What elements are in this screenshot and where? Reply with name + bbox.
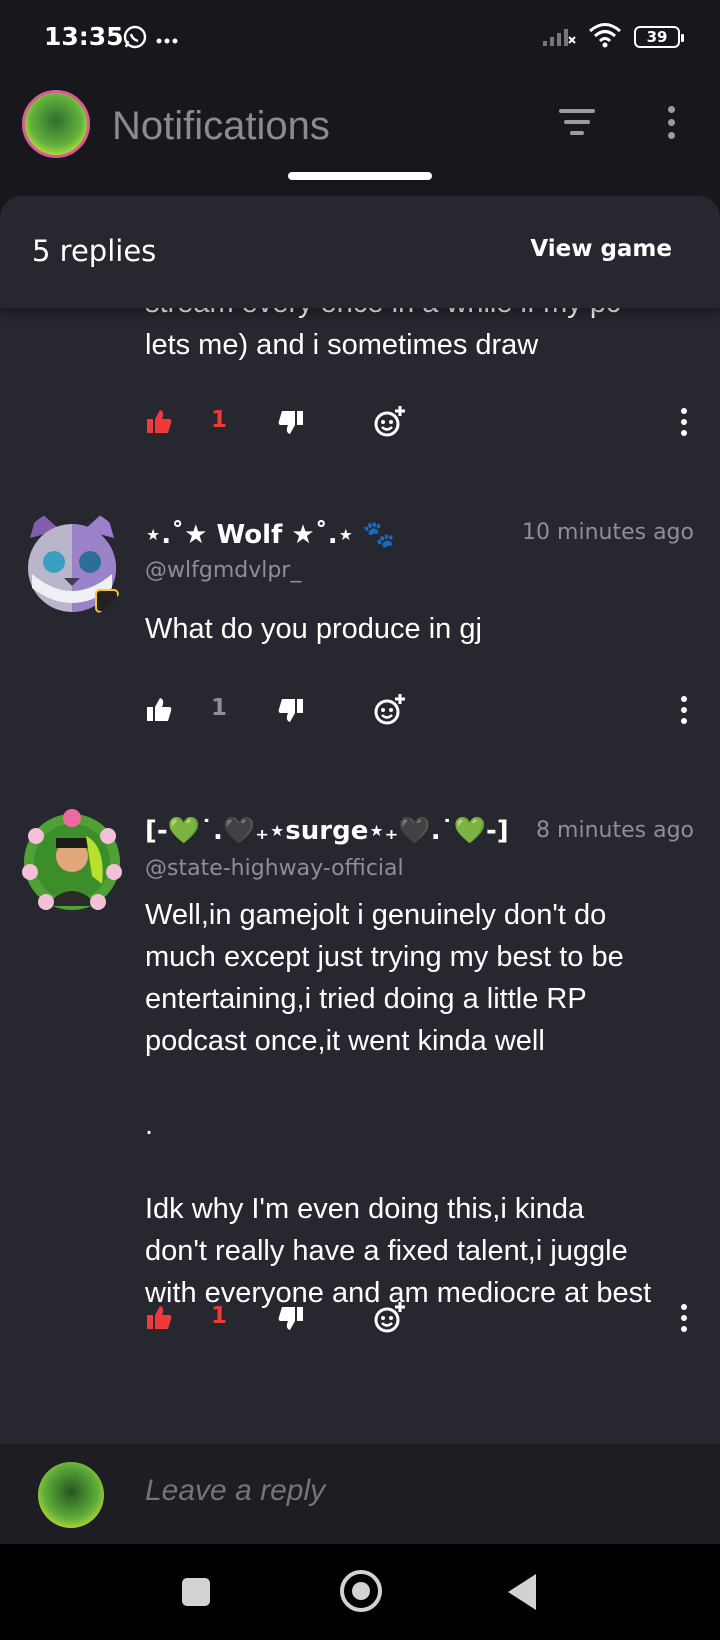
avatar [38, 1462, 104, 1528]
thumbs-down-icon [277, 408, 305, 436]
dot [681, 430, 687, 436]
filter-icon-line [570, 131, 584, 135]
dot [681, 408, 687, 414]
user-avatar[interactable] [22, 90, 90, 158]
app-header: Notifications [0, 80, 720, 190]
dot [681, 1315, 687, 1321]
status-left-icons [122, 24, 178, 54]
comment-more-button[interactable] [677, 1300, 691, 1336]
dot [667, 118, 675, 126]
dot [681, 707, 687, 713]
like-button[interactable] [145, 690, 173, 730]
status-right-icons: 39 [542, 22, 684, 52]
status-time: 13:35 [44, 22, 124, 51]
replies-sheet: 5 replies View game stream every once in… [0, 196, 720, 1544]
dislike-button[interactable] [277, 402, 305, 442]
comment-text: Well,in gamejolt i genuinely don't do mu… [145, 899, 652, 1309]
filter-icon [559, 109, 595, 113]
comment-text: What do you produce in gj [145, 613, 482, 645]
add-emoji-icon [373, 405, 407, 439]
thumbs-up-icon [145, 696, 173, 724]
comment-time: 10 minutes ago [522, 520, 694, 545]
comment-actions: 1 [145, 690, 705, 730]
reply-input[interactable] [145, 1474, 645, 1508]
comment-actions: 1 [145, 1298, 705, 1338]
reply-bar [0, 1444, 720, 1544]
add-reaction-button[interactable] [373, 1298, 407, 1338]
dot [681, 1326, 687, 1332]
dislike-button[interactable] [277, 690, 305, 730]
add-emoji-icon [373, 1301, 407, 1335]
author-handle[interactable]: @state-highway-official [145, 856, 404, 881]
back-button[interactable] [508, 1574, 536, 1610]
dot [681, 1304, 687, 1310]
page-title: Notifications [112, 104, 330, 148]
dot [667, 131, 675, 139]
home-button[interactable] [340, 1570, 382, 1612]
author-name[interactable]: [-💚˙.🖤₊⋆surge⋆₊🖤.˙💚-] [145, 816, 509, 846]
sheet-header: 5 replies View game [0, 196, 720, 308]
avatar[interactable] [16, 806, 128, 918]
thumbs-down-icon [277, 1304, 305, 1332]
dislike-button[interactable] [277, 1298, 305, 1338]
system-nav-bar [0, 1544, 720, 1640]
battery-indicator: 39 [634, 26, 684, 48]
dot [681, 696, 687, 702]
filter-button[interactable] [554, 102, 600, 142]
comment-more-button[interactable] [677, 692, 691, 728]
dot [681, 419, 687, 425]
comment-more-button[interactable] [677, 404, 691, 440]
wifi-icon [588, 22, 622, 52]
drag-handle[interactable] [288, 172, 432, 180]
avatar[interactable] [16, 508, 128, 620]
view-game-button[interactable]: View game [530, 236, 672, 262]
add-emoji-icon [373, 693, 407, 727]
comment-time: 8 minutes ago [536, 818, 694, 843]
thumbs-up-icon [145, 1304, 173, 1332]
add-reaction-button[interactable] [373, 690, 407, 730]
status-bar: 13:35 39 [0, 0, 720, 80]
signal-icon [542, 23, 576, 51]
more-notifications-icon [156, 30, 178, 49]
dot [667, 105, 675, 113]
author-name[interactable]: ⋆.˚★ Wolf ★˚.⋆ 🐾 [145, 520, 395, 550]
like-count: 1 [211, 407, 228, 433]
dot [681, 718, 687, 724]
more-options-button[interactable] [654, 102, 688, 142]
author-handle[interactable]: @wlfgmdvlpr_ [145, 558, 301, 583]
like-count: 1 [211, 1303, 228, 1329]
thumbs-down-icon [277, 696, 305, 724]
filter-icon-line [564, 120, 590, 124]
thumbs-up-icon [145, 408, 173, 436]
add-reaction-button[interactable] [373, 402, 407, 442]
whatsapp-icon [122, 24, 148, 54]
comment-actions: 1 [145, 402, 705, 442]
replies-count: 5 replies [32, 234, 157, 268]
like-count: 1 [211, 695, 228, 721]
recents-button[interactable] [182, 1578, 210, 1606]
like-button[interactable] [145, 1298, 173, 1338]
like-button[interactable] [145, 402, 173, 442]
